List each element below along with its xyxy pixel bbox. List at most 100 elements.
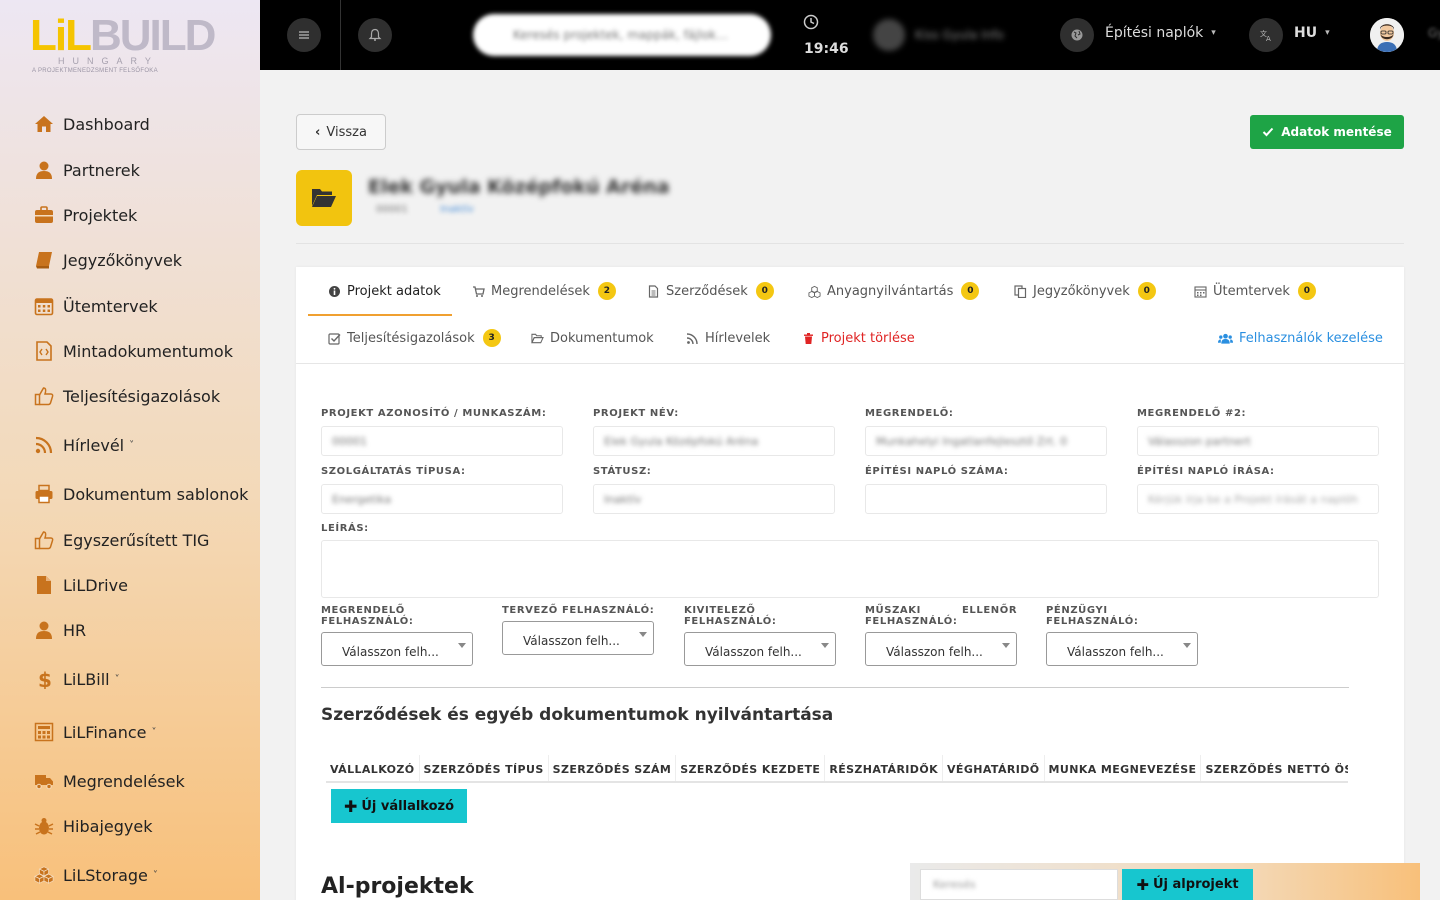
column-header[interactable]: SZERZŐDÉS SZÁM (549, 755, 677, 781)
column-header[interactable]: SZERZŐDÉS TÍPUS (420, 755, 549, 781)
active-tab-indicator (308, 314, 452, 316)
tab-szerzodesek[interactable]: Szerződések 0 (647, 281, 774, 301)
thumbs-up-icon (34, 531, 54, 550)
sidebar-item-dashboard[interactable]: Dashboard (34, 111, 150, 137)
document-icon (648, 284, 659, 298)
field-value: Elek Gyula Középfokú Aréna (604, 434, 759, 448)
back-button[interactable]: ‹ Vissza (296, 114, 386, 150)
sidebar-item-egyszerusitett-tig[interactable]: Egyszerűsített TIG (34, 527, 209, 553)
copy-icon (1014, 284, 1027, 298)
save-data-button[interactable]: Adatok mentése (1250, 115, 1404, 149)
language-label: HU (1294, 25, 1318, 41)
sidebar-item-hibajegyek[interactable]: Hibajegyek (34, 813, 152, 839)
sidebar-item-label: Egyszerűsített TIG (63, 530, 210, 550)
sidebar-item-label: LiLBill (63, 669, 110, 689)
log-writing-input[interactable]: Kérjük írja be a Projekt írását a naplóh (1137, 484, 1379, 514)
sidebar-item-lilstorage[interactable]: LiLStorage ˅ (34, 862, 158, 888)
notifications-button[interactable] (358, 18, 392, 52)
finance-user-select[interactable]: Válasszon felh... (1046, 632, 1198, 666)
select-value: Válasszon felh... (886, 645, 983, 659)
save-label: Adatok mentése (1281, 125, 1392, 139)
sidebar-item-projektek[interactable]: Projektek (34, 202, 137, 228)
subprojects-title: Al-projektek (321, 874, 474, 899)
tab-dokumentumok[interactable]: Dokumentumok (531, 328, 654, 348)
select-value: Válasszon felh... (705, 645, 802, 659)
technical-inspector-select[interactable]: Válasszon felh... (865, 632, 1017, 666)
tab-hirlevelek[interactable]: Hírlevelek (686, 328, 770, 348)
client-select[interactable]: Munkahelyi Ingatlanfejlesztő Zrt. 0 (865, 426, 1107, 456)
field-label: MŰSZAKI (865, 605, 921, 616)
delete-project-button[interactable]: Projekt törlése (802, 328, 915, 348)
log-number-input[interactable] (865, 484, 1107, 514)
divider (321, 687, 1349, 688)
menu-toggle-button[interactable] (287, 18, 321, 52)
count-badge: 0 (1137, 282, 1156, 300)
profile-avatar[interactable] (1370, 18, 1404, 52)
new-subproject-button[interactable]: ✚ Új alprojekt (1122, 869, 1253, 900)
tab-utemtervek[interactable]: Ütemtervek 0 (1194, 281, 1316, 301)
contracts-table-header: VÁLLALKOZÓ SZERZŐDÉS TÍPUS SZERZŐDÉS SZÁ… (326, 755, 1348, 783)
sidebar-item-dokumentum-sablonok[interactable]: Dokumentum sablonok (34, 481, 248, 507)
description-textarea[interactable] (321, 540, 1379, 598)
sidebar-item-jegyzokonyvek[interactable]: Jegyzőkönyvek (34, 247, 182, 273)
project-name-input[interactable]: Elek Gyula Középfokú Aréna (593, 426, 835, 456)
sidebar-item-lilbill[interactable]: $ LiLBill ˅ (34, 666, 120, 692)
sidebar: LiLBUILD HUNGARY A PROJEKTMENEDZSMENT FE… (0, 0, 260, 900)
globe-button[interactable] (1060, 18, 1094, 52)
chevron-down-icon: ▾ (1211, 28, 1216, 38)
tab-projekt-adatok[interactable]: Projekt adatok (328, 281, 441, 301)
status-select[interactable]: Inaktív (593, 484, 835, 514)
tab-label: Ütemtervek (1213, 283, 1290, 299)
tab-label: Jegyzőkönyvek (1033, 283, 1130, 299)
field-label: PROJEKT AZONOSÍTÓ / MUNKASZÁM: (321, 408, 547, 419)
language-dropdown[interactable]: HU ▾ (1294, 25, 1330, 41)
language-button[interactable]: 文A (1249, 18, 1283, 52)
column-header[interactable]: RÉSZHATÁRIDŐK (825, 755, 944, 781)
project-tabs: Projekt adatok Megrendelések 2 Szerződése… (296, 267, 1404, 364)
manage-users-button[interactable]: Felhasználók kezelése (1218, 328, 1383, 348)
column-header[interactable]: VÁLLALKOZÓ (326, 755, 420, 781)
sidebar-item-mintadokumentumok[interactable]: Mintadokumentumok (34, 338, 233, 364)
column-header[interactable]: MUNKA MEGNEVEZÉSE (1045, 755, 1202, 781)
sidebar-item-hr[interactable]: HR (34, 617, 86, 643)
sidebar-item-lilfinance[interactable]: LiLFinance ˅ (34, 719, 156, 745)
column-header[interactable]: VÉGHATÁRIDŐ (943, 755, 1045, 781)
sidebar-item-partnerek[interactable]: Partnerek (34, 157, 140, 183)
column-header[interactable]: SZERZŐDÉS NETTÓ ÖSSZEGE (1201, 755, 1348, 781)
logo[interactable]: LiLBUILD HUNGARY A PROJEKTMENEDZSMENT FE… (30, 8, 216, 78)
field-value: Keresés (933, 878, 976, 891)
calculator-icon (34, 722, 54, 742)
subproject-search-input[interactable]: Keresés (920, 869, 1118, 900)
profile-name[interactable]: Gyu (1428, 26, 1440, 40)
field-label: MEGRENDELŐ #2: (1137, 408, 1247, 419)
sidebar-item-lildrive[interactable]: LiLDrive (34, 572, 128, 598)
client-user-select[interactable]: Válasszon felh... (321, 632, 473, 666)
field-value: Energetika (332, 492, 392, 506)
designer-user-select[interactable]: Válasszon felh... (502, 621, 654, 655)
calendar-icon (1194, 285, 1207, 298)
sidebar-item-hirlevel[interactable]: Hírlevél ˅ (34, 432, 134, 458)
field-value: Munkahelyi Ingatlanfejlesztő Zrt. 0 (876, 434, 1068, 448)
new-contractor-button[interactable]: ✚ Új vállalkozó (331, 789, 467, 823)
column-header[interactable]: SZERZŐDÉS KEZDETE (676, 755, 826, 781)
service-type-select[interactable]: Energetika (321, 484, 563, 514)
truck-icon (35, 775, 53, 790)
rss-icon (35, 436, 53, 454)
info-icon (329, 285, 340, 297)
tab-jegyzokonyvek[interactable]: Jegyzőkönyvek 0 (1014, 281, 1156, 301)
search-input[interactable] (473, 14, 771, 56)
tab-teljesitesigazolasok[interactable]: Teljesítésigazolások 3 (328, 328, 501, 348)
contractor-user-select[interactable]: Válasszon felh... (684, 632, 836, 666)
client2-select[interactable]: Válasszon partnert (1137, 426, 1379, 456)
tab-megrendelesek[interactable]: Megrendelések 2 (472, 281, 616, 301)
sidebar-item-teljesitesigazolasok[interactable]: Teljesítésigazolások (34, 383, 220, 409)
tab-anyagnyilvantartas[interactable]: Anyagnyilvántartás 0 (808, 281, 980, 301)
project-id-input[interactable]: 00001 (321, 426, 563, 456)
sidebar-item-megrendelesek[interactable]: Megrendelések (34, 768, 185, 794)
construction-log-dropdown[interactable]: Építési naplók ▾ (1105, 25, 1216, 41)
user-menu[interactable]: Kiss Gyula Info (873, 18, 1033, 52)
dropdown-arrow-icon (1183, 643, 1191, 648)
sidebar-item-utemtervek[interactable]: Ütemtervek (34, 293, 158, 319)
user-icon (36, 161, 52, 179)
globe-icon (1071, 29, 1083, 41)
